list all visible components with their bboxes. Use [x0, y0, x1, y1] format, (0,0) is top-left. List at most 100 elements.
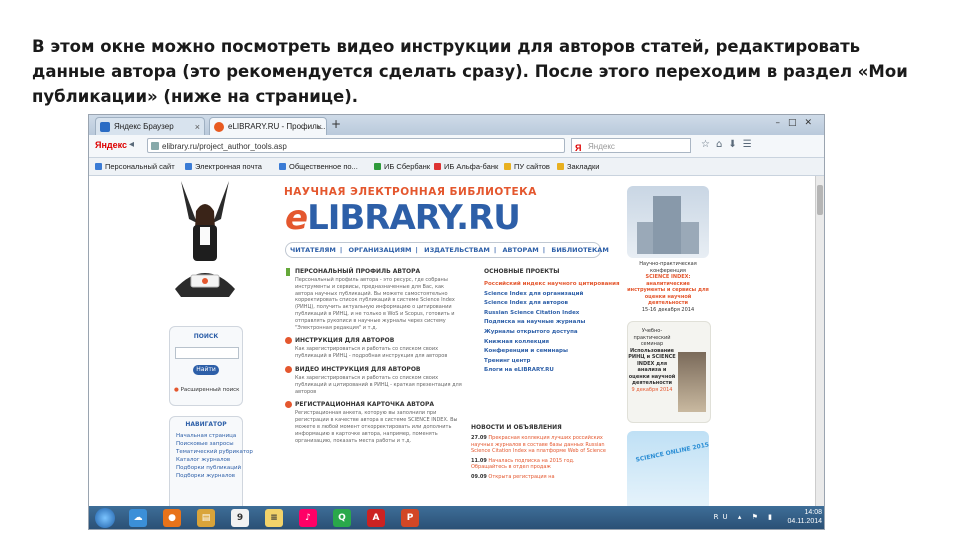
- menu-item-publishers[interactable]: ИЗДАТЕЛЬСТВАМ: [424, 246, 490, 254]
- navigator-item[interactable]: Каталог журналов: [170, 456, 242, 464]
- arrow-icon: [285, 401, 292, 409]
- project-item[interactable]: Подписка на научные журналы: [484, 318, 604, 328]
- powerpoint-icon[interactable]: P: [401, 509, 419, 527]
- project-item[interactable]: Книжная коллекция: [484, 338, 604, 348]
- section-text: Регистрационная анкета, которую вы запол…: [295, 410, 458, 444]
- news-title: НОВОСТИ И ОБЪЯВЛЕНИЯ: [471, 424, 562, 431]
- navigator-item[interactable]: Начальная страница: [170, 432, 242, 440]
- section-video-instructions: ВИДЕО ИНСТРУКЦИЯ ДЛЯ АВТОРОВ Как зарегис…: [285, 365, 463, 395]
- advanced-search-link[interactable]: ● Расширенный поиск: [174, 387, 240, 393]
- project-item[interactable]: Тренинг центр: [484, 357, 604, 367]
- building-image[interactable]: [627, 186, 709, 258]
- bookmark-item[interactable]: ИБ Сбербанк: [374, 158, 430, 175]
- projects-list: ОСНОВНЫЕ ПРОЕКТЫ Российский индекс научн…: [484, 268, 619, 376]
- seminar-promo[interactable]: Учебно-практический семинар Использовани…: [627, 321, 711, 423]
- find-button[interactable]: Найти: [193, 365, 219, 375]
- menu-item-authors[interactable]: АВТОРАМ: [503, 246, 539, 254]
- section-registration-card: РЕГИСТРАЦИОННАЯ КАРТОЧКА АВТОРА Регистра…: [285, 401, 463, 444]
- news-item[interactable]: 27.09 Прекрасная коллекция лучших россий…: [471, 435, 611, 455]
- navigator-item[interactable]: Тематический рубрикатор: [170, 448, 253, 456]
- search-field[interactable]: [175, 347, 239, 359]
- left-column: ПОИСК Найти ● Расширенный поиск НАВИГАТО…: [169, 326, 253, 518]
- navigator-item[interactable]: Подборки журналов: [170, 472, 242, 480]
- tab-label: eLIBRARY.RU - Профиль...: [228, 122, 327, 131]
- toolbar-icons[interactable]: ☆⌂⬇☰: [701, 139, 758, 150]
- author-photo: [175, 181, 235, 297]
- section-marker-icon: [286, 268, 290, 276]
- section-text: Как зарегистрироваться и работать со спи…: [295, 346, 448, 360]
- clock[interactable]: 14:08 04.11.2014: [787, 508, 822, 526]
- search-box: ПОИСК Найти ● Расширенный поиск: [169, 326, 243, 406]
- itunes-icon[interactable]: ♪: [299, 509, 317, 527]
- tab-yandex[interactable]: Яндекс Браузер ×: [95, 117, 205, 135]
- section-title[interactable]: ВИДЕО ИНСТРУКЦИЯ ДЛЯ АВТОРОВ: [285, 365, 463, 373]
- bookmarks-bar: Персональный сайт Электронная почта Обще…: [89, 158, 824, 176]
- section-author-instructions: ИНСТРУКЦИЯ ДЛЯ АВТОРОВ Как зарегистриров…: [285, 337, 463, 360]
- address-bar[interactable]: elibrary.ru/project_author_tools.asp: [147, 138, 565, 153]
- search-box-title: ПОИСК: [193, 333, 219, 340]
- bullet-icon: ●: [174, 387, 179, 393]
- projects-title: ОСНОВНЫЕ ПРОЕКТЫ: [484, 268, 560, 275]
- calendar-icon[interactable]: 9: [231, 509, 249, 527]
- elibrary-logo[interactable]: eLIBRARY.RU: [285, 198, 521, 238]
- q-app-icon[interactable]: Q: [333, 509, 351, 527]
- yandex-search-icon: Я: [575, 143, 582, 153]
- scrollbar-thumb[interactable]: [817, 185, 823, 215]
- navigator-box: НАВИГАТОР Начальная страница Поисковые з…: [169, 416, 253, 518]
- search-input[interactable]: Я Яндекс: [571, 138, 691, 153]
- navigator-item[interactable]: Подборки публикаций: [170, 464, 242, 472]
- section-text: Персональный профиль автора - это ресурс…: [295, 277, 455, 331]
- yandex-logo[interactable]: Яндекс: [95, 140, 127, 150]
- bookmark-icon: [504, 163, 511, 170]
- bookmark-icon: [95, 163, 102, 170]
- banner-subtitle: НАУЧНАЯ ЭЛЕКТРОННАЯ БИБЛИОТЕКА: [284, 186, 537, 198]
- project-item[interactable]: Российский индекс научного цитирования: [484, 280, 619, 290]
- bookmark-item[interactable]: Общественное по...: [279, 158, 358, 175]
- section-author-profile: ПЕРСОНАЛЬНЫЙ ПРОФИЛЬ АВТОРА Персональный…: [285, 268, 463, 331]
- folder-icon: [557, 163, 564, 170]
- bookmark-item[interactable]: ПУ сайтов: [504, 158, 550, 175]
- bookmark-item[interactable]: ИБ Альфа-банк: [434, 158, 498, 175]
- main-menu: ЧИТАТЕЛЯМ | ОРГАНИЗАЦИЯМ | ИЗДАТЕЛЬСТВАМ | …: [285, 242, 609, 258]
- start-button[interactable]: [95, 508, 115, 528]
- bookmark-item[interactable]: Персональный сайт: [95, 158, 175, 175]
- news-item[interactable]: 11.09 Началась подписка на 2015 год. Обр…: [471, 458, 611, 471]
- project-item[interactable]: Science Index для авторов: [484, 299, 604, 309]
- project-item[interactable]: Конференции и семинары: [484, 347, 604, 357]
- section-title[interactable]: РЕГИСТРАЦИОННАЯ КАРТОЧКА АВТОРА: [285, 401, 463, 409]
- menu-item-readers[interactable]: ЧИТАТЕЛЯМ: [290, 246, 336, 254]
- new-tab-button[interactable]: +: [331, 117, 341, 131]
- url-text: elibrary.ru/project_author_tools.asp: [162, 142, 287, 151]
- acrobat-icon[interactable]: A: [367, 509, 385, 527]
- section-title[interactable]: ИНСТРУКЦИЯ ДЛЯ АВТОРОВ: [285, 337, 463, 345]
- science-online-promo[interactable]: SCIENCE ONLINE 2015: [627, 431, 709, 511]
- bookmark-icon: [434, 163, 441, 170]
- project-item[interactable]: Science Index для организаций: [484, 290, 604, 300]
- conference-promo[interactable]: Научно-практическая конференция SCIENCE …: [627, 261, 709, 313]
- back-arrow-icon[interactable]: ◂: [129, 139, 134, 150]
- bookmark-item[interactable]: Закладки: [557, 158, 599, 175]
- section-title[interactable]: ПЕРСОНАЛЬНЫЙ ПРОФИЛЬ АВТОРА: [285, 268, 463, 276]
- window-controls[interactable]: –□✕: [775, 118, 820, 128]
- system-tray-icons[interactable]: RU ▴ ⚑ ▮: [714, 513, 776, 521]
- project-item[interactable]: Журналы открытого доступа: [484, 328, 604, 338]
- navigator-item[interactable]: Поисковые запросы: [170, 440, 242, 448]
- news-item[interactable]: 09.09 Открыта регистрация на: [471, 474, 611, 481]
- menu-item-libraries[interactable]: БИБЛИОТЕКАМ: [551, 246, 608, 254]
- notes-icon[interactable]: ≡: [265, 509, 283, 527]
- bookmark-item[interactable]: Электронная почта: [185, 158, 262, 175]
- vertical-scrollbar[interactable]: [815, 176, 824, 506]
- project-item[interactable]: Блоги на eLIBRARY.RU: [484, 366, 604, 376]
- bookmark-icon: [374, 163, 381, 170]
- close-icon[interactable]: ×: [317, 118, 322, 135]
- section-text: Как зарегистрироваться и работать со спи…: [295, 374, 462, 395]
- menu-item-organizations[interactable]: ОРГАНИЗАЦИЯМ: [349, 246, 412, 254]
- cloud-icon[interactable]: ☁: [129, 509, 147, 527]
- tab-elibrary[interactable]: eLIBRARY.RU - Профиль... ×: [209, 117, 327, 135]
- tab-label: Яндекс Браузер: [114, 122, 174, 131]
- firefox-icon[interactable]: ●: [163, 509, 181, 527]
- close-icon[interactable]: ×: [195, 118, 200, 135]
- file-manager-icon[interactable]: ▤: [197, 509, 215, 527]
- project-item[interactable]: Russian Science Citation Index: [484, 309, 604, 319]
- site-icon: [151, 142, 159, 150]
